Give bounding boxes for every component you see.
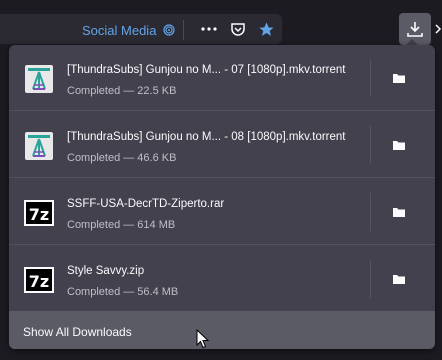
download-icon — [407, 22, 423, 37]
folder-icon — [393, 208, 405, 217]
show-all-downloads-button[interactable]: Show All Downloads — [9, 311, 435, 349]
7z-archive-icon: 7z — [24, 267, 54, 293]
item-divider — [370, 260, 371, 298]
open-folder-button[interactable] — [385, 133, 413, 157]
mouse-cursor-icon — [196, 329, 210, 349]
file-status: Completed — 46.6 KB — [67, 152, 177, 164]
row-divider — [9, 177, 435, 178]
archive-icon-text: 7z — [29, 205, 49, 224]
pocket-icon[interactable] — [226, 17, 250, 41]
folder-icon — [393, 141, 405, 150]
archive-icon-text: 7z — [29, 272, 49, 291]
file-name: [ThundraSubs] Gunjou no M... - 07 [1080p… — [67, 64, 346, 76]
download-item[interactable]: [ThundraSubs] Gunjou no M... - 08 [1080p… — [9, 112, 435, 178]
bookmark-social-media[interactable]: Social Media — [82, 23, 175, 38]
open-folder-button[interactable] — [385, 200, 413, 224]
overflow-icon — [435, 24, 442, 34]
file-status: Completed — 614 MB — [67, 219, 176, 231]
file-status: Completed — 56.4 MB — [67, 286, 179, 298]
7z-archive-icon: 7z — [24, 200, 54, 226]
download-item[interactable]: 7z SSFF-USA-DecrTD-Ziperto.rar Completed… — [9, 179, 435, 245]
folder-icon — [393, 74, 405, 83]
show-all-downloads-label: Show All Downloads — [23, 325, 132, 339]
download-item[interactable]: 7z Style Savvy.zip Completed — 56.4 MB — [9, 246, 435, 312]
torrent-file-icon — [25, 132, 53, 160]
download-item[interactable]: [ThundraSubs] Gunjou no M... - 07 [1080p… — [9, 45, 435, 111]
row-divider — [9, 244, 435, 245]
folder-icon — [393, 275, 405, 284]
url-bar[interactable]: Social Media — [0, 14, 282, 44]
torrent-file-icon — [25, 65, 53, 93]
overflow-menu-button[interactable] — [432, 17, 442, 41]
more-dots-icon[interactable] — [197, 17, 221, 41]
row-divider — [9, 110, 435, 111]
bookmark-label: Social Media — [82, 23, 157, 38]
browser-toolbar: Social Media — [0, 0, 442, 45]
bookmark-star-icon[interactable] — [254, 17, 278, 41]
file-status: Completed — 22.5 KB — [67, 85, 177, 97]
item-divider — [370, 126, 371, 164]
open-folder-button[interactable] — [385, 267, 413, 291]
file-name: Style Savvy.zip — [67, 265, 145, 277]
fingerprint-icon — [163, 24, 175, 36]
file-name: SSFF-USA-DecrTD-Ziperto.rar — [67, 198, 225, 210]
urlbar-separator — [183, 20, 184, 40]
item-divider — [370, 193, 371, 231]
downloads-panel: [ThundraSubs] Gunjou no M... - 07 [1080p… — [9, 45, 435, 349]
open-folder-button[interactable] — [385, 66, 413, 90]
file-name: [ThundraSubs] Gunjou no M... - 08 [1080p… — [67, 131, 346, 143]
item-divider — [370, 59, 371, 97]
